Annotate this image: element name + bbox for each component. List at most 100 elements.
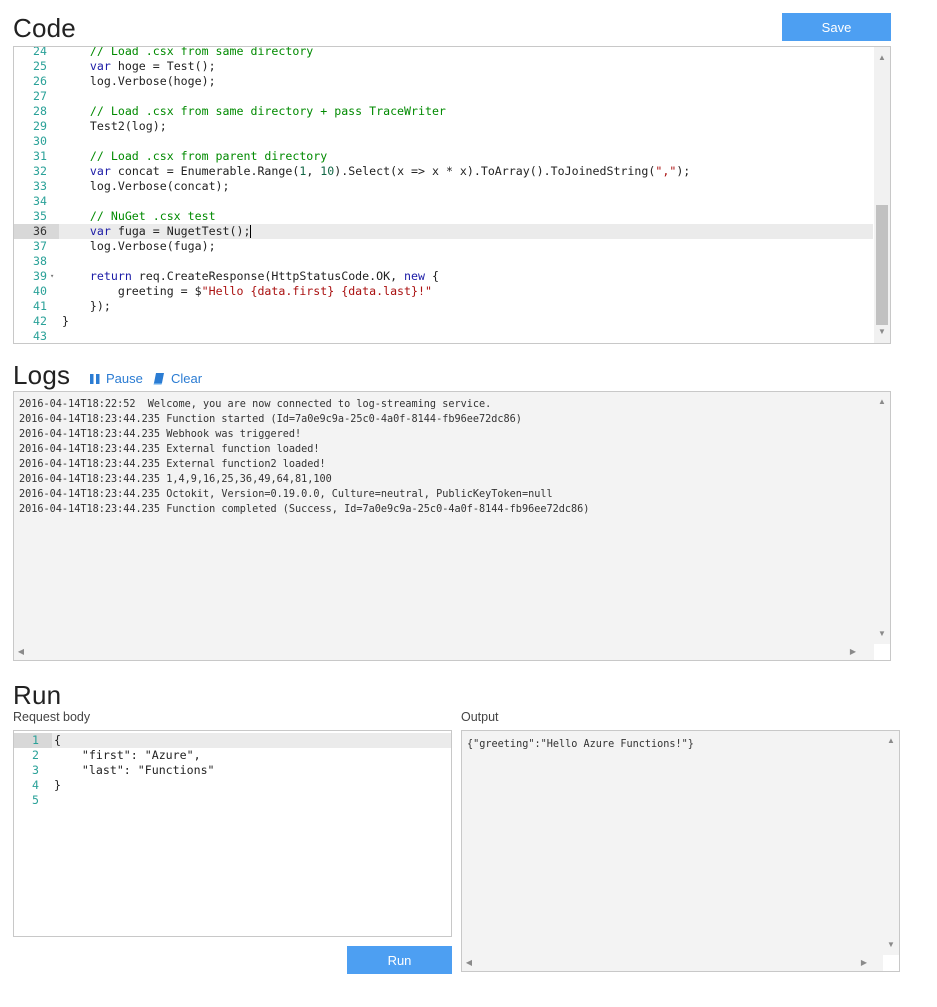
code-line[interactable]: 41 });: [14, 299, 873, 314]
scroll-left-arrow-icon[interactable]: ◀: [464, 959, 474, 967]
code-line[interactable]: 32 var concat = Enumerable.Range(1, 10).…: [14, 164, 873, 179]
output-horizontal-scrollbar[interactable]: ◀ ▶: [462, 955, 883, 971]
line-number: 31: [33, 149, 47, 163]
line-number: 30: [33, 134, 47, 148]
code-line[interactable]: 42}: [14, 314, 873, 329]
logs-heading: Logs: [13, 360, 71, 390]
pause-button[interactable]: Pause: [89, 371, 143, 386]
line-number: 35: [33, 209, 47, 223]
line-number: 40: [33, 284, 47, 298]
code-line[interactable]: 37 log.Verbose(fuga);: [14, 239, 873, 254]
log-line: 2016-04-14T18:23:44.235 Function complet…: [19, 504, 590, 515]
request-text: "last": "Functions": [54, 763, 215, 777]
line-number: 24: [33, 46, 47, 58]
log-lines: 2016-04-14T18:22:52 Welcome, you are now…: [14, 397, 873, 643]
scroll-up-arrow-icon[interactable]: ▲: [883, 737, 899, 745]
scroll-down-arrow-icon[interactable]: ▼: [874, 630, 890, 638]
output-label: Output: [461, 710, 499, 724]
log-line: 2016-04-14T18:23:44.235 Webhook was trig…: [19, 429, 302, 440]
log-horizontal-scrollbar[interactable]: ◀ ▶: [14, 644, 874, 660]
output-vertical-scrollbar[interactable]: ▲ ▼: [883, 731, 899, 955]
code-line[interactable]: 39 ▾ return req.CreateResponse(HttpStatus…: [14, 269, 873, 284]
run-heading: Run: [13, 680, 62, 710]
code-line[interactable]: 28 // Load .csx from same directory + pa…: [14, 104, 873, 119]
code-line[interactable]: 25 var hoge = Test();: [14, 59, 873, 74]
code-line[interactable]: 24 // Load .csx from same directory: [14, 46, 873, 59]
output-panel[interactable]: {"greeting":"Hello Azure Functions!"} ▲ …: [461, 730, 900, 972]
line-number: 2: [32, 748, 39, 762]
pause-icon: [90, 373, 100, 384]
scroll-up-arrow-icon[interactable]: ▲: [874, 54, 890, 62]
code-text: Test2(log);: [62, 119, 167, 133]
request-line[interactable]: 3 "last": "Functions": [14, 763, 451, 778]
save-button[interactable]: Save: [782, 13, 891, 41]
request-line[interactable]: 5: [14, 793, 451, 808]
clear-label: Clear: [171, 371, 203, 386]
line-number: 29: [33, 119, 47, 133]
scroll-right-arrow-icon[interactable]: ▶: [859, 959, 869, 967]
request-line[interactable]: 2 "first": "Azure",: [14, 748, 451, 763]
log-line: 2016-04-14T18:23:44.235 1,4,9,16,25,36,4…: [19, 474, 332, 485]
log-line: 2016-04-14T18:23:44.235 External functio…: [19, 444, 320, 455]
code-line[interactable]: 31 // Load .csx from parent directory: [14, 149, 873, 164]
line-number: 39: [33, 269, 47, 283]
code-line[interactable]: 26 log.Verbose(hoge);: [14, 74, 873, 89]
request-body-editor[interactable]: 1{2 "first": "Azure", 3 "last": "Function…: [13, 730, 452, 937]
scroll-right-arrow-icon[interactable]: ▶: [848, 648, 858, 656]
log-line: 2016-04-14T18:23:44.235 External functio…: [19, 459, 326, 470]
code-text: greeting = $"Hello {data.first} {data.la…: [62, 284, 432, 298]
log-line: 2016-04-14T18:22:52 Welcome, you are now…: [19, 399, 492, 410]
code-lines[interactable]: 24 // Load .csx from same directory 25 va…: [14, 46, 873, 343]
run-button[interactable]: Run: [347, 946, 452, 974]
line-number: 32: [33, 164, 47, 178]
request-body-lines[interactable]: 1{2 "first": "Azure", 3 "last": "Function…: [14, 733, 451, 936]
code-text: log.Verbose(hoge);: [62, 74, 216, 88]
request-body-label: Request body: [13, 710, 91, 724]
code-editor[interactable]: 24 // Load .csx from same directory 25 va…: [13, 46, 891, 344]
scrollbar-corner: [874, 644, 890, 660]
code-line[interactable]: 38: [14, 254, 873, 269]
fold-arrow-icon[interactable]: ▾: [50, 269, 54, 284]
line-number: 25: [33, 59, 47, 73]
request-text: }: [54, 778, 61, 792]
line-number: 36: [14, 224, 59, 239]
code-text: }: [62, 314, 69, 328]
code-line[interactable]: 30: [14, 134, 873, 149]
request-line[interactable]: 4}: [14, 778, 451, 793]
scroll-down-arrow-icon[interactable]: ▼: [883, 941, 899, 949]
line-number: 5: [32, 793, 39, 807]
code-text: var concat = Enumerable.Range(1, 10).Sel…: [89, 164, 691, 178]
code-text: // Load .csx from same directory: [89, 46, 314, 58]
text-cursor: [250, 225, 252, 238]
code-text: var hoge = Test();: [89, 59, 216, 73]
code-text: log.Verbose(fuga);: [62, 239, 216, 253]
pause-label: Pause: [106, 371, 143, 386]
request-text: "first": "Azure",: [54, 748, 201, 762]
clear-button[interactable]: Clear: [152, 371, 202, 386]
log-vertical-scrollbar[interactable]: ▲ ▼: [874, 392, 890, 644]
line-number: 33: [33, 179, 47, 193]
code-vertical-scrollbar[interactable]: ▲ ▼: [874, 47, 890, 343]
code-line[interactable]: 29 Test2(log);: [14, 119, 873, 134]
code-text: return req.CreateResponse(HttpStatusCode…: [89, 269, 439, 283]
eraser-icon: [153, 373, 164, 385]
code-text: // Load .csx from parent directory: [89, 149, 328, 163]
scroll-down-arrow-icon[interactable]: ▼: [874, 328, 890, 336]
code-line[interactable]: 27: [14, 89, 873, 104]
code-line[interactable]: 36 var fuga = NugetTest();: [14, 224, 873, 239]
code-line[interactable]: 33 log.Verbose(concat);: [14, 179, 873, 194]
line-number: 38: [33, 254, 47, 268]
code-line[interactable]: 40 greeting = $"Hello {data.first} {data…: [14, 284, 873, 299]
code-line[interactable]: 35 // NuGet .csx test: [14, 209, 873, 224]
line-number: 37: [33, 239, 47, 253]
log-stream-panel[interactable]: 2016-04-14T18:22:52 Welcome, you are now…: [13, 391, 891, 661]
request-line[interactable]: 1{: [14, 733, 451, 748]
code-line[interactable]: 34: [14, 194, 873, 209]
scroll-left-arrow-icon[interactable]: ◀: [16, 648, 26, 656]
line-number: 3: [32, 763, 39, 777]
scrollbar-thumb[interactable]: [876, 205, 888, 325]
scroll-up-arrow-icon[interactable]: ▲: [874, 398, 890, 406]
code-heading: Code: [13, 13, 76, 43]
code-line[interactable]: 43: [14, 329, 873, 343]
line-number: 4: [32, 778, 39, 792]
